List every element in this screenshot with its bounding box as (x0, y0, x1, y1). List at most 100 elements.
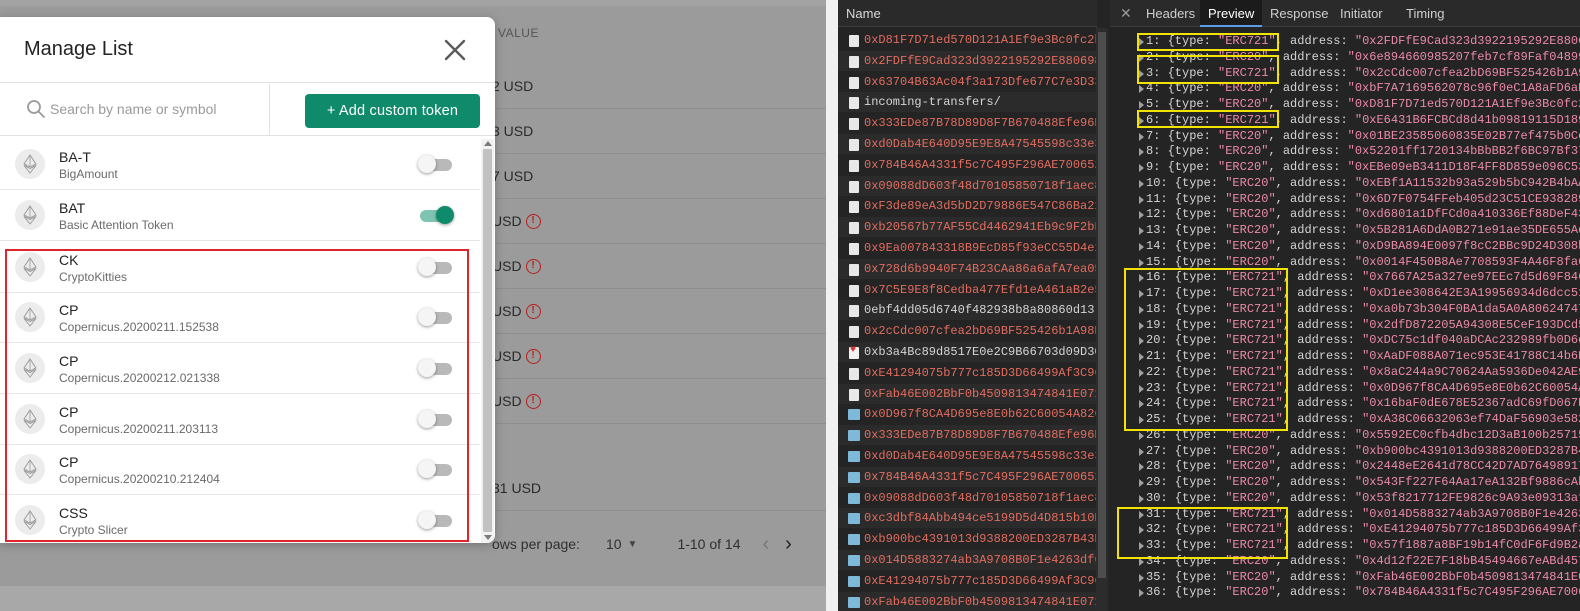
expand-triangle-icon[interactable] (1139, 526, 1144, 535)
request-row[interactable]: 0xd0Dab4E640D95E9E8A47545598c33e3. (838, 446, 1097, 466)
request-list-scrollbar[interactable] (1096, 28, 1108, 611)
tab-headers[interactable]: Headers (1138, 0, 1203, 27)
request-row[interactable]: 0x784B46A4331f5c7C495F296AE7006522. (838, 155, 1097, 175)
expand-triangle-icon[interactable] (1139, 53, 1144, 62)
expand-triangle-icon[interactable] (1139, 321, 1144, 330)
type-text: ERC721 (1232, 412, 1276, 426)
tab-initiator[interactable]: Initiator (1332, 0, 1391, 27)
token-toggle[interactable] (418, 359, 454, 377)
add-custom-token-button[interactable]: + Add custom token (305, 94, 480, 128)
request-row[interactable]: 0x014D5883274ab3A9708B0F1e4263df6. (838, 550, 1097, 570)
name-column-header[interactable]: Name (838, 0, 1097, 27)
expand-triangle-icon[interactable] (1139, 38, 1144, 46)
expand-triangle-icon[interactable] (1139, 400, 1144, 409)
expand-triangle-icon[interactable] (1139, 116, 1144, 125)
token-list-scrollbar[interactable] (481, 139, 494, 543)
scrollbar-thumb[interactable] (483, 149, 492, 532)
token-toggle[interactable] (418, 155, 454, 173)
expand-triangle-icon[interactable] (1139, 463, 1144, 472)
expand-triangle-icon[interactable] (1139, 101, 1144, 109)
scrollbar-thumb[interactable] (1098, 32, 1106, 578)
expand-triangle-icon[interactable] (1139, 85, 1144, 94)
close-icon[interactable]: ✕ (1120, 5, 1132, 22)
token-toggle[interactable] (418, 410, 454, 428)
expand-triangle-icon[interactable] (1139, 384, 1144, 393)
expand-triangle-icon[interactable] (1139, 557, 1144, 566)
search-input[interactable] (50, 98, 260, 120)
request-row[interactable]: 0x2FDFfE9Cad323d3922195292E8806987. (838, 50, 1097, 71)
expand-triangle-icon[interactable] (1139, 337, 1144, 346)
token-toggle[interactable] (418, 511, 454, 529)
request-row[interactable]: 0x784B46A4331f5c7C495F296AE7006522. (838, 466, 1097, 487)
expand-triangle-icon[interactable] (1139, 227, 1144, 235)
expand-triangle-icon[interactable] (1139, 573, 1144, 582)
request-row[interactable]: 0x9Ea007843318B9EcD85f93eCC55D4e1. (838, 238, 1097, 258)
expand-triangle-icon[interactable] (1139, 211, 1144, 220)
expand-triangle-icon[interactable] (1139, 148, 1144, 157)
rows-per-page-select[interactable]: 10 ▼ (606, 536, 637, 552)
request-row[interactable]: 0xD81F7D71ed570D121A1Ef9e3Bc0fc2bd. (838, 30, 1097, 50)
expand-triangle-icon[interactable] (1139, 353, 1144, 361)
expand-triangle-icon[interactable] (1139, 447, 1144, 456)
expand-triangle-icon[interactable] (1139, 258, 1144, 267)
request-row[interactable]: 0xb3a4Bc89d8517E0e2C9B66703d09D30. (838, 342, 1097, 362)
chevron-right-icon[interactable]: › (785, 533, 792, 556)
token-toggle[interactable] (418, 206, 454, 224)
json-punct: : {type: (1153, 65, 1219, 80)
expand-triangle-icon[interactable] (1139, 494, 1144, 503)
close-icon[interactable] (443, 38, 467, 62)
request-row[interactable]: 0xFab46E002BbF0b4509813474841E0716. (838, 591, 1097, 611)
expand-triangle-icon[interactable] (1139, 195, 1144, 204)
tab-timing[interactable]: Timing (1398, 0, 1453, 27)
request-row[interactable]: 0x09088dD603f48d70105850718f1aec8b. (838, 488, 1097, 508)
request-row[interactable]: 0ebf4dd05d6740f482938b8a80860d13 (838, 300, 1097, 321)
expand-triangle-icon[interactable] (1139, 542, 1144, 550)
request-row[interactable]: 0x2cCdc007cfea2bD69BF525426b1A98EB. (838, 321, 1097, 341)
request-row[interactable]: 0x333EDe87B78D89D8F7B670488Efe96B. (838, 425, 1097, 446)
expand-triangle-icon[interactable] (1139, 69, 1144, 78)
expand-triangle-icon[interactable] (1139, 290, 1144, 298)
ethereum-icon (15, 200, 45, 230)
expand-triangle-icon[interactable] (1139, 132, 1144, 141)
request-row[interactable]: 0x333EDe87B78D89D8F7B670488Efe96B. (838, 113, 1097, 133)
request-row[interactable]: 0xF3de89eA3d5bD2D79886E547C86Ba21. (838, 196, 1097, 216)
json-type-value: "ERC20" (1225, 475, 1276, 489)
request-row[interactable]: incoming-transfers/ (838, 92, 1097, 113)
expand-triangle-icon[interactable] (1139, 368, 1144, 377)
request-row[interactable]: 0x63704B63Ac04f3a173Dfe677C7e3D330. (838, 72, 1097, 92)
request-row[interactable]: 0xb900bc4391013d9388200ED3287B43E. (838, 529, 1097, 549)
request-row[interactable]: 0x7C5E9E8f8Cedba477Efd1eA461aB2e54. (838, 280, 1097, 300)
expand-triangle-icon[interactable] (1139, 242, 1144, 251)
tab-preview[interactable]: Preview (1200, 0, 1263, 27)
request-row[interactable]: 0x0D967f8CA4D695e8E0b62C60054A826. (838, 404, 1097, 424)
request-row[interactable]: 0x09088dD603f48d70105850718f1aec8b. (838, 175, 1097, 196)
request-row[interactable]: 0x728d6b9940F74B23CAa86a6afA7ea05C. (838, 258, 1097, 279)
token-toggle[interactable] (418, 308, 454, 326)
request-row[interactable]: 0xFab46E002BbF0b4509813474841E0716. (838, 383, 1097, 404)
request-row[interactable]: 0xE41294075b777c185D3D66499Af3C96F. (838, 571, 1097, 591)
expand-triangle-icon[interactable] (1139, 479, 1144, 487)
chevron-left-icon[interactable]: ‹ (763, 533, 770, 556)
token-row: BA-T BigAmount (0, 139, 480, 190)
scroll-down-icon[interactable] (484, 535, 492, 540)
expand-triangle-icon[interactable] (1139, 305, 1144, 314)
expand-triangle-icon[interactable] (1139, 431, 1144, 440)
token-symbol: CP (59, 353, 79, 369)
tab-response[interactable]: Response (1262, 0, 1337, 27)
request-row[interactable]: 0xE41294075b777c185D3D66499Af3C96F. (838, 363, 1097, 383)
request-name: 0xE41294075b777c185D3D66499Af3C96F. (864, 573, 1097, 588)
expand-triangle-icon[interactable] (1139, 179, 1144, 188)
expand-triangle-icon[interactable] (1139, 164, 1144, 172)
token-name: CryptoKitties (59, 270, 128, 284)
expand-triangle-icon[interactable] (1139, 274, 1144, 283)
expand-triangle-icon[interactable] (1139, 416, 1144, 424)
token-toggle[interactable] (418, 258, 454, 276)
address-text: 0x5592EC0cfb4dbc12D3aB100b2571534 (1362, 427, 1580, 442)
request-row[interactable]: 0xb20567b77AF55Cd4462941Eb9c9F2bFd. (838, 217, 1097, 238)
request-row[interactable]: 0xd0Dab4E640D95E9E8A47545598c33e3. (838, 134, 1097, 154)
request-row[interactable]: 0xc3dbf84Abb494ce5199D5d4D815b10E. (838, 508, 1097, 529)
expand-triangle-icon[interactable] (1139, 510, 1144, 519)
scroll-up-icon[interactable] (484, 141, 492, 146)
expand-triangle-icon[interactable] (1139, 589, 1144, 598)
token-toggle[interactable] (418, 460, 454, 478)
